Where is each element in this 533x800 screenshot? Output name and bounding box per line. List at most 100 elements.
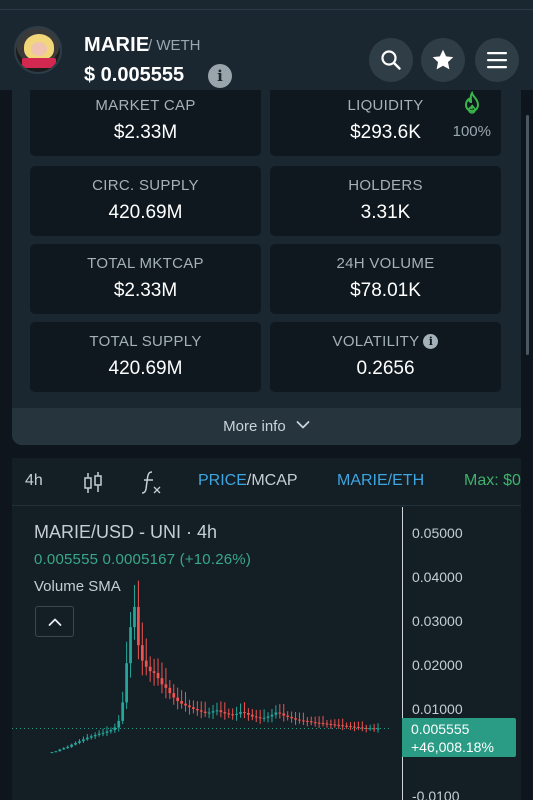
- candle-body: [337, 724, 341, 726]
- token-name: MARIE: [84, 34, 150, 56]
- candle-body: [372, 728, 376, 730]
- max-price-label: Max: $0: [464, 472, 521, 489]
- candle-body: [93, 734, 97, 737]
- candle-body: [274, 712, 278, 715]
- token-avatar-icon: [14, 26, 62, 74]
- candle-body: [113, 727, 117, 731]
- candle-body: [184, 703, 187, 706]
- candle-body: [321, 723, 325, 725]
- menu-button[interactable]: [475, 38, 519, 82]
- candle-body: [211, 711, 215, 713]
- pair-toggle[interactable]: MARIE/ETH: [337, 472, 424, 490]
- volume-indicator-label: Volume SMA: [34, 578, 121, 595]
- more-info-button[interactable]: More info: [12, 408, 521, 445]
- stat-label: HOLDERS: [348, 177, 423, 194]
- candle-body: [357, 727, 360, 729]
- candle-body: [180, 701, 183, 704]
- stat-total-supply: TOTAL SUPPLY 420.69M: [30, 322, 261, 392]
- candle-body: [160, 678, 164, 685]
- candle-body: [278, 712, 282, 714]
- pair-suffix: / WETH: [148, 37, 201, 54]
- chart-title: MARIE/USD - UNI · 4h: [34, 522, 218, 542]
- candle-body: [258, 717, 262, 719]
- candle-body: [144, 660, 148, 667]
- candle-body: [176, 697, 180, 702]
- y-tick-label: 0.05000: [412, 525, 463, 541]
- candle-body: [333, 724, 337, 726]
- stat-value: $2.33M: [113, 280, 178, 301]
- candle-body: [105, 731, 109, 733]
- top-status-strip: [0, 0, 533, 10]
- stat-label: VOLATILITY i: [270, 333, 501, 350]
- candle-body: [78, 741, 81, 743]
- price-mode-label: PRICE: [198, 472, 247, 489]
- token-price: $ 0.005555: [84, 64, 185, 86]
- mcap-mode-label: /MCAP: [246, 472, 298, 489]
- stat-label: MARKET CAP: [95, 97, 196, 114]
- candle-body: [282, 713, 286, 716]
- candle-body: [101, 732, 105, 734]
- price-mcap-toggle[interactable]: PRICE/MCAP: [198, 472, 298, 490]
- candle-body: [74, 742, 77, 745]
- candle-body: [172, 693, 176, 698]
- indicators-icon[interactable]: [140, 468, 164, 496]
- candle-body: [254, 716, 258, 718]
- candle-body: [156, 672, 160, 679]
- y-tick-label: 0.01000: [412, 701, 463, 717]
- stats-scrollbar[interactable]: [526, 115, 529, 355]
- stat-holders: HOLDERS 3.31K: [270, 166, 501, 236]
- more-info-label: More info: [223, 418, 286, 435]
- candle-body: [97, 733, 101, 735]
- chart-toolbar: 4h PRICE/MCAP MARIE/ETH Max: $0: [12, 458, 521, 506]
- price-chart-panel: 4h PRICE/MCAP MARIE/ETH Max: $0 MARIE/US…: [12, 458, 521, 800]
- candle-body: [266, 716, 270, 718]
- price-info-icon[interactable]: i: [208, 64, 232, 88]
- candle-body: [62, 748, 66, 750]
- stat-volatility: VOLATILITY i 0.2656: [270, 322, 501, 392]
- chevron-up-icon: [48, 618, 61, 626]
- candle-body: [188, 705, 191, 708]
- candle-body: [290, 716, 293, 719]
- candle-body: [148, 666, 152, 672]
- candle-body: [133, 606, 136, 628]
- last-price-value: 0.005555: [411, 721, 470, 737]
- menu-icon: [487, 52, 507, 69]
- interval-selector[interactable]: 4h: [25, 472, 43, 490]
- candle-body: [239, 712, 242, 714]
- candle-body: [219, 710, 223, 713]
- candle-body: [129, 627, 132, 664]
- flame-icon: [464, 91, 480, 114]
- collapse-indicators-button[interactable]: [35, 606, 74, 637]
- volatility-label-text: VOLATILITY: [332, 333, 420, 350]
- stat-label: 24H VOLUME: [336, 255, 435, 272]
- stat-label: TOTAL SUPPLY: [89, 333, 202, 350]
- candle-body: [58, 749, 62, 752]
- liquidity-percent: 100%: [452, 123, 491, 140]
- search-button[interactable]: [369, 38, 413, 82]
- favorite-button[interactable]: [421, 38, 465, 82]
- candle-body: [168, 687, 172, 694]
- stat-value: 0.2656: [356, 358, 415, 379]
- candle-body: [349, 726, 352, 728]
- token-stats-panel: MARKET CAP $2.33M LIQUIDITY $293.6K 100%…: [12, 90, 521, 445]
- candle-body: [270, 714, 274, 717]
- stat-value: 420.69M: [108, 202, 183, 223]
- candle-body: [54, 751, 58, 753]
- candle-body: [50, 752, 54, 754]
- stat-market-cap: MARKET CAP $2.33M: [30, 90, 261, 156]
- candle-body: [309, 721, 313, 723]
- candle-body: [70, 744, 73, 747]
- candle-body: [353, 726, 356, 728]
- candle-body: [121, 702, 125, 721]
- candle-body: [215, 710, 219, 712]
- search-icon: [381, 50, 401, 70]
- candle-body: [85, 737, 89, 740]
- candle-body: [302, 720, 305, 722]
- y-tick-label: 0.03000: [412, 613, 463, 629]
- candlestick-icon[interactable]: [82, 470, 104, 496]
- volatility-info-icon[interactable]: i: [423, 334, 439, 349]
- candle-body: [376, 728, 380, 730]
- candle-body: [364, 727, 368, 729]
- candle-body: [152, 671, 156, 673]
- candle-body: [305, 720, 309, 722]
